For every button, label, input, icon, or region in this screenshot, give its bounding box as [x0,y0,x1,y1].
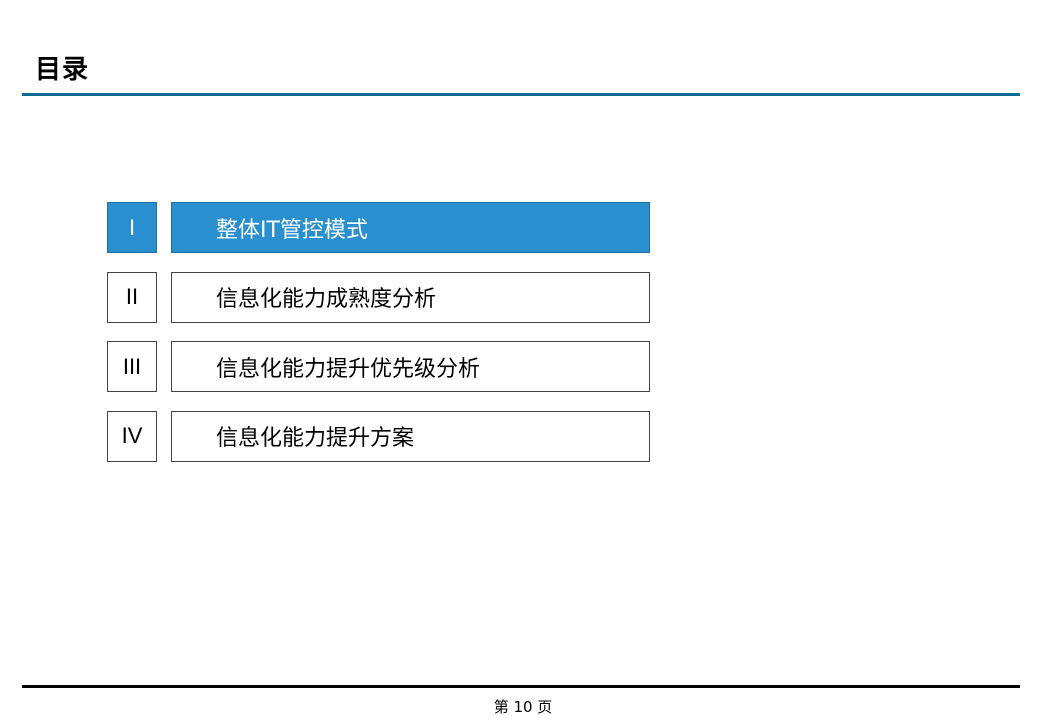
toc-item-label: 整体IT管控模式 [171,202,650,253]
toc-item-label: 信息化能力提升优先级分析 [171,341,650,392]
toc-item-numeral: I [107,202,157,253]
page-number: 第 10 页 [493,698,553,716]
toc-item-3[interactable]: III 信息化能力提升优先级分析 [107,341,650,392]
toc-item-numeral: III [107,341,157,392]
toc-item-numeral: II [107,271,157,323]
toc-item-4[interactable]: IV 信息化能力提升方案 [107,410,650,462]
table-of-contents: I 整体IT管控模式 II 信息化能力成熟度分析 III 信息化能力提升优先级分… [107,202,650,480]
page-title: 目录 [35,55,90,85]
title-divider [22,93,1020,96]
footer-divider [22,685,1020,688]
toc-item-label: 信息化能力提升方案 [171,410,650,462]
toc-item-2[interactable]: II 信息化能力成熟度分析 [107,271,650,323]
toc-item-numeral: IV [107,410,157,462]
toc-item-label: 信息化能力成熟度分析 [171,271,650,323]
toc-item-1[interactable]: I 整体IT管控模式 [107,202,650,253]
